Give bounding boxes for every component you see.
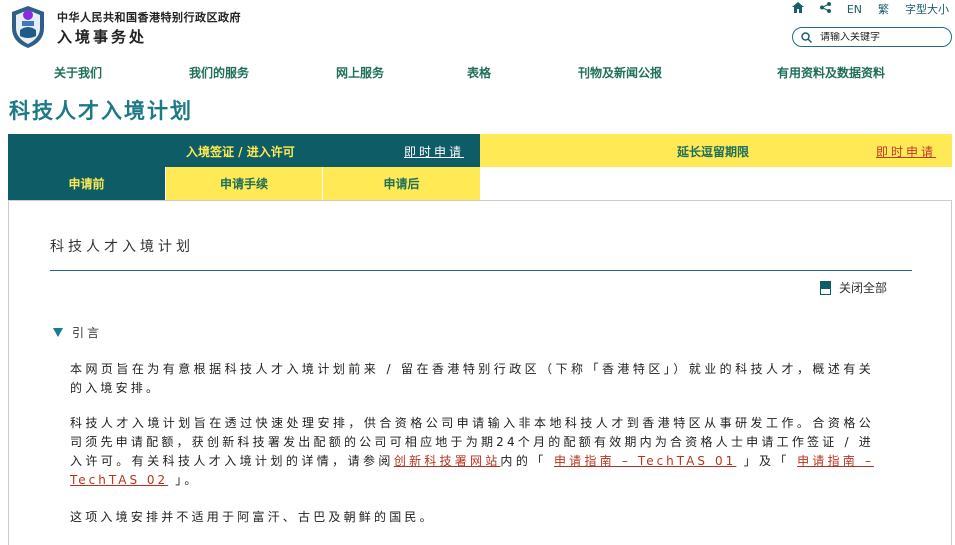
tab-entry-visa-label: 入境签证 / 进入许可 xyxy=(186,145,295,159)
sub-tabs: 申请前 申请手续 申请后 xyxy=(8,167,480,200)
nav-useful-info[interactable]: 有用资料及数据资料 xyxy=(777,64,885,81)
itc-website-link[interactable]: 创新科技署网站 xyxy=(394,454,501,468)
title-divider xyxy=(50,270,912,271)
subtab-after-application[interactable]: 申请后 xyxy=(322,167,480,200)
font-size-link[interactable]: 字型大小 xyxy=(905,1,949,17)
share-icon[interactable] xyxy=(819,2,831,16)
subtab-before-application[interactable]: 申请前 xyxy=(8,167,165,200)
collapse-icon xyxy=(820,280,831,295)
intro-paragraph-1: 本网页旨在为有意根据科技人才入境计划前来 / 留在香港特别行政区（下称「香港特区… xyxy=(70,362,874,395)
collapse-all-label: 关闭全部 xyxy=(839,281,888,295)
guide-techtas01-link[interactable]: 申请指南 – TechTAS 01 xyxy=(554,454,736,468)
nav-publications[interactable]: 刊物及新闻公报 xyxy=(578,64,662,81)
content-title: 科技人才入境计划 xyxy=(50,239,194,255)
content-panel: 科技人才入境计划 关闭全部 引言 本网页旨在为有意根据科技人才入境计划前来 / … xyxy=(8,200,952,545)
entry-visa-apply-link[interactable]: 即时申请 xyxy=(404,143,464,160)
header: 中华人民共和国香港特别行政区政府 入境事务处 EN 繁 字型大小 xyxy=(0,0,955,56)
intro-paragraph-3: 这项入境安排并不适用于阿富汗、古巴及朝鲜的国民。 xyxy=(70,510,435,524)
government-name: 中华人民共和国香港特别行政区政府 xyxy=(57,11,241,24)
nav-services[interactable]: 我们的服务 xyxy=(189,64,249,81)
search-input[interactable] xyxy=(820,31,945,43)
nav-online-services[interactable]: 网上服务 xyxy=(336,64,384,81)
hk-immigration-logo[interactable] xyxy=(8,4,48,50)
caret-down-icon xyxy=(53,328,63,337)
intro-paragraph-2: 科技人才入境计划旨在透过快速处理安排，供合资格公司申请输入非本地科技人才到香港特… xyxy=(70,414,874,490)
nav-about-us[interactable]: 关于我们 xyxy=(54,64,102,81)
search-box[interactable] xyxy=(792,27,952,47)
search-icon[interactable] xyxy=(801,31,812,43)
extension-apply-link[interactable]: 即时申请 xyxy=(876,143,936,160)
home-icon[interactable] xyxy=(791,2,804,16)
tab-extension-label: 延长逗留期限 xyxy=(677,145,750,159)
nav-forms[interactable]: 表格 xyxy=(467,64,491,81)
p2-text-d: 」。 xyxy=(175,473,200,487)
lang-tc-link[interactable]: 繁 xyxy=(878,1,889,17)
utility-bar: EN 繁 字型大小 xyxy=(791,1,949,17)
section-title: 引言 xyxy=(72,326,103,340)
section-introduction-toggle[interactable]: 引言 xyxy=(53,324,102,341)
p2-text-b: 内的「 xyxy=(500,454,547,468)
lang-en-link[interactable]: EN xyxy=(847,3,862,16)
subtab-application-procedure[interactable]: 申请手续 xyxy=(165,167,322,200)
collapse-all-button[interactable]: 关闭全部 xyxy=(820,279,887,296)
main-nav: 关于我们 我们的服务 网上服务 表格 刊物及新闻公报 有用资料及数据资料 xyxy=(0,56,955,88)
tab-entry-visa[interactable]: 入境签证 / 进入许可 即时申请 xyxy=(8,134,480,167)
department-name: 入境事务处 xyxy=(57,28,148,46)
p2-text-c: 」及「 xyxy=(743,454,790,468)
tab-extension-of-stay[interactable]: 延长逗留期限 即时申请 xyxy=(480,134,952,167)
application-tabs: 入境签证 / 进入许可 即时申请 延长逗留期限 即时申请 申请前 申请手续 申请… xyxy=(8,134,952,200)
page-title: 科技人才入境计划 xyxy=(9,99,193,123)
